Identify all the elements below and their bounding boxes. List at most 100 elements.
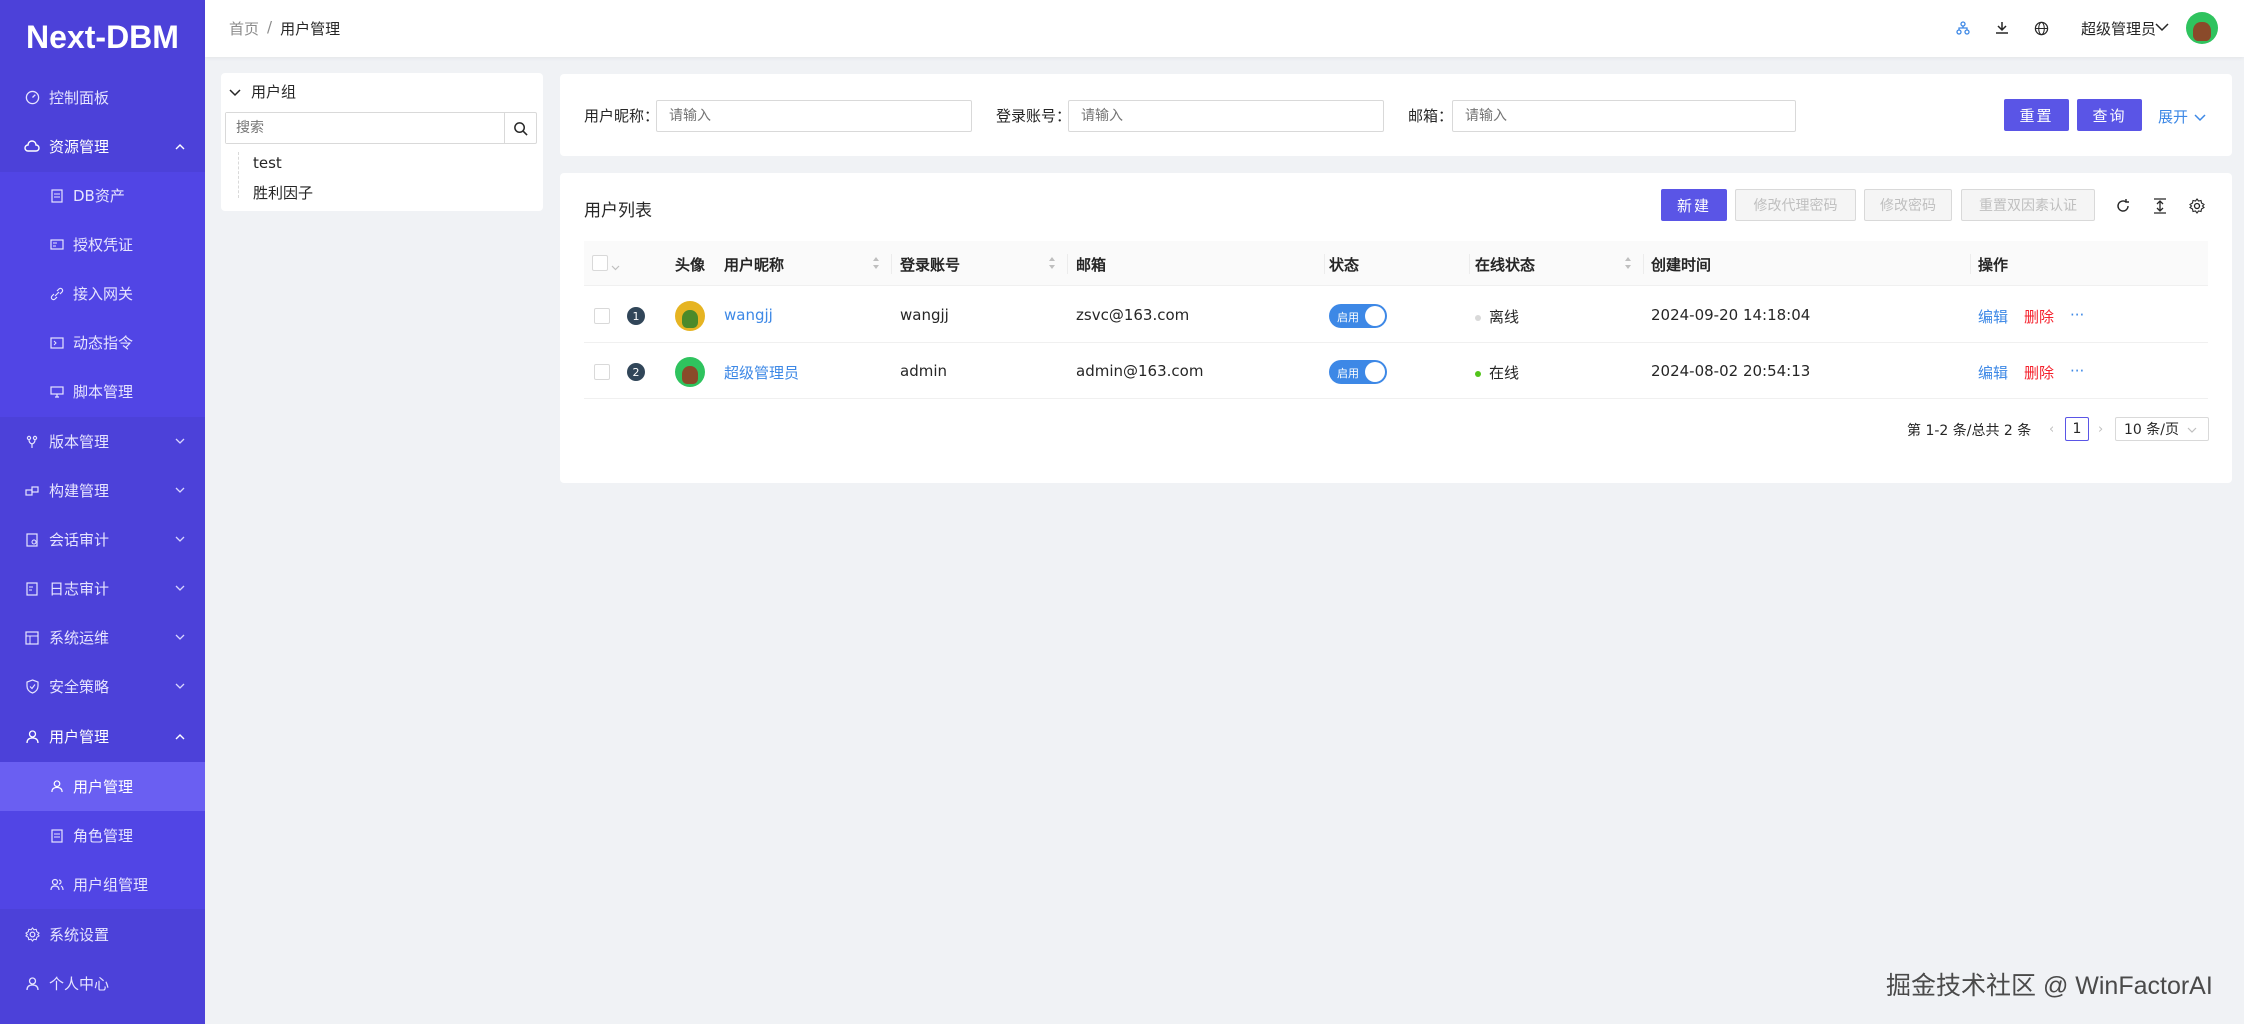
- column-email: 邮箱: [1076, 256, 1107, 274]
- email-cell: admin@163.com: [1076, 362, 1204, 380]
- user-avatar: [675, 301, 705, 331]
- delete-link[interactable]: 删除: [2024, 306, 2054, 327]
- reset-button[interactable]: 重置: [2004, 99, 2069, 131]
- status-dot: [1475, 314, 1481, 321]
- sidebar-item-ops[interactable]: 系统运维: [0, 613, 205, 662]
- file-icon: [49, 188, 65, 204]
- row-checkbox[interactable]: [594, 364, 610, 380]
- sidebar-item-profile[interactable]: 个人中心: [0, 959, 205, 1008]
- column-account[interactable]: 登录账号: [900, 254, 960, 275]
- nickname-link[interactable]: 超级管理员: [724, 362, 799, 383]
- sidebar-item-credentials[interactable]: 授权凭证: [0, 220, 205, 269]
- nickname-link[interactable]: wangjj: [724, 306, 773, 324]
- sidebar-item-user-groups[interactable]: 用户组管理: [0, 860, 205, 909]
- user-avatar: [675, 357, 705, 387]
- account-input[interactable]: [1068, 100, 1384, 132]
- globe-icon[interactable]: [2029, 16, 2053, 40]
- sidebar-item-db-assets[interactable]: DB资产: [0, 171, 205, 220]
- column-online[interactable]: 在线状态: [1475, 254, 1535, 275]
- sidebar-item-log-audit[interactable]: 日志审计: [0, 564, 205, 613]
- expand-link[interactable]: 展开: [2158, 106, 2206, 127]
- chevron-down-icon: [173, 435, 187, 449]
- status-toggle[interactable]: 启用: [1329, 304, 1387, 328]
- edit-link[interactable]: 编辑: [1978, 306, 2008, 327]
- column-divider: [1067, 254, 1068, 274]
- sidebar-item-security[interactable]: 安全策略: [0, 662, 205, 711]
- sidebar-item-builds[interactable]: 构建管理: [0, 466, 205, 515]
- prev-page-icon[interactable]: ‹: [2049, 422, 2061, 437]
- current-user-name[interactable]: 超级管理员: [2081, 18, 2156, 39]
- chevron-down-icon[interactable]: [611, 257, 620, 275]
- search-icon[interactable]: [504, 113, 536, 143]
- reload-icon[interactable]: [2112, 195, 2134, 217]
- chevron-down-icon[interactable]: [229, 83, 241, 101]
- sidebar-item-gateway[interactable]: 接入网关: [0, 269, 205, 318]
- edit-link[interactable]: 编辑: [1978, 362, 2008, 383]
- group-tree-root[interactable]: 用户组: [229, 81, 296, 102]
- group-item[interactable]: 胜利因子: [253, 182, 313, 203]
- reset-2fa-button[interactable]: 重置双因素认证: [1961, 189, 2095, 221]
- avatar[interactable]: [2186, 12, 2218, 44]
- group-tree-title: 用户组: [251, 83, 297, 101]
- chevron-up-icon: [173, 730, 187, 744]
- id-card-icon: [49, 237, 65, 253]
- email-cell: zsvc@163.com: [1076, 306, 1190, 324]
- sidebar-item-commands[interactable]: 动态指令: [0, 318, 205, 367]
- query-button[interactable]: 查询: [2077, 99, 2142, 131]
- nickname-input[interactable]: [656, 100, 972, 132]
- cloud-icon: [24, 139, 40, 155]
- breadcrumb-home[interactable]: 首页: [229, 18, 259, 39]
- column-status: 状态: [1329, 256, 1360, 274]
- column-divider: [891, 254, 892, 274]
- modify-proxy-password-button[interactable]: 修改代理密码: [1735, 189, 1856, 221]
- sidebar-item-dashboard[interactable]: 控制面板: [0, 73, 205, 122]
- status-toggle-label: 启用: [1337, 367, 1359, 380]
- user-icon: [24, 729, 40, 745]
- sort-icon[interactable]: [1624, 256, 1632, 270]
- row-checkbox[interactable]: [594, 308, 610, 324]
- next-page-icon[interactable]: ›: [2098, 422, 2110, 437]
- chevron-down-icon[interactable]: [2155, 18, 2171, 34]
- page-number[interactable]: 1: [2065, 417, 2089, 441]
- cluster-icon[interactable]: [1951, 16, 1975, 40]
- select-all-checkbox[interactable]: [592, 255, 608, 271]
- new-button[interactable]: 新建: [1661, 189, 1727, 221]
- more-actions-icon[interactable]: ···: [2070, 362, 2084, 380]
- sidebar-item-roles[interactable]: 角色管理: [0, 811, 205, 860]
- column-actions: 操作: [1978, 256, 2009, 274]
- group-search-input[interactable]: [226, 113, 504, 143]
- link-icon: [49, 286, 65, 302]
- breadcrumb-separator: /: [267, 18, 273, 36]
- delete-link[interactable]: 删除: [2024, 362, 2054, 383]
- build-icon: [24, 483, 40, 499]
- filter-panel: 用户昵称： 登录账号： 邮箱： 重置 查询 展开: [560, 74, 2232, 156]
- status-toggle[interactable]: 启用: [1329, 360, 1387, 384]
- page-size-value: 10 条/页: [2124, 422, 2179, 438]
- desktop-icon: [49, 384, 65, 400]
- sidebar-item-resources[interactable]: 资源管理: [0, 122, 205, 171]
- online-status-text: 在线: [1489, 364, 1520, 382]
- more-actions-icon[interactable]: ···: [2070, 306, 2084, 324]
- group-item[interactable]: test: [253, 154, 282, 172]
- sidebar-item-versions[interactable]: 版本管理: [0, 417, 205, 466]
- gear-icon: [24, 927, 40, 943]
- modify-password-button[interactable]: 修改密码: [1864, 189, 1952, 221]
- download-icon[interactable]: [1990, 16, 2014, 40]
- settings-icon[interactable]: [2186, 195, 2208, 217]
- sort-icon[interactable]: [1048, 256, 1056, 270]
- page-size-select[interactable]: 10 条/页: [2115, 417, 2209, 441]
- status-dot: [1475, 370, 1481, 377]
- top-header: 首页 / 用户管理 超级管理员: [205, 0, 2244, 57]
- column-nickname[interactable]: 用户昵称: [724, 254, 784, 275]
- sidebar-item-session-audit[interactable]: 会话审计: [0, 515, 205, 564]
- density-icon[interactable]: [2149, 195, 2171, 217]
- sidebar-item-user-mgmt[interactable]: 用户管理: [0, 712, 205, 761]
- sidebar-item-settings[interactable]: 系统设置: [0, 910, 205, 959]
- sidebar-item-scripts[interactable]: 脚本管理: [0, 367, 205, 416]
- sort-icon[interactable]: [872, 256, 880, 270]
- column-divider: [1970, 254, 1971, 274]
- column-divider: [1469, 254, 1470, 274]
- chevron-down-icon: [173, 484, 187, 498]
- email-input[interactable]: [1452, 100, 1796, 132]
- sidebar-item-users[interactable]: 用户管理: [0, 762, 205, 811]
